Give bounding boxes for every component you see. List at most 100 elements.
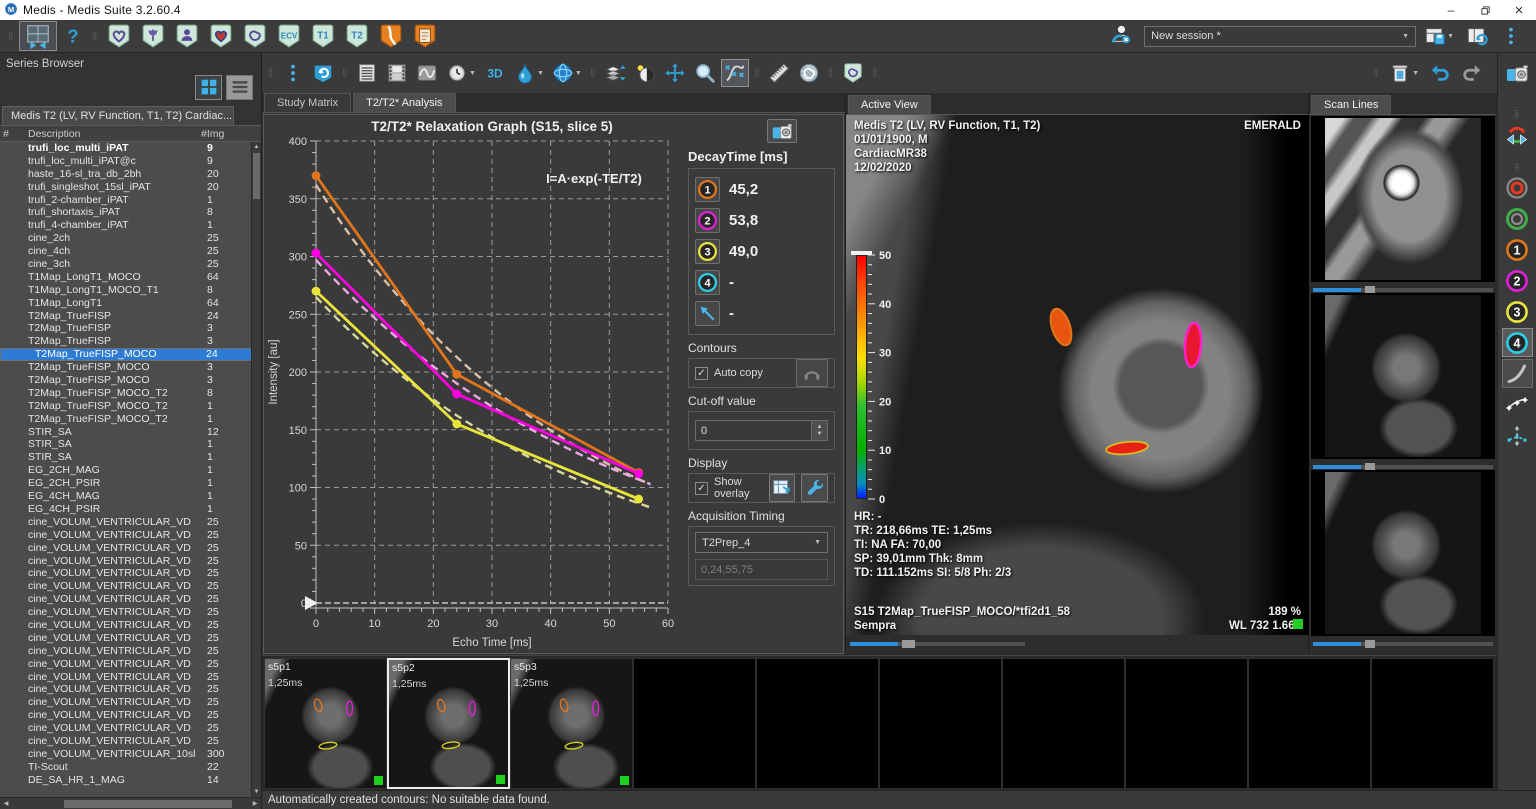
scroll-right-icon[interactable]: ▶ — [249, 800, 261, 807]
series-row[interactable]: STIR_SA1 — [0, 451, 261, 464]
series-row[interactable]: cine_VOLUM_VENTRICULAR_VD25 — [0, 542, 261, 555]
series-row[interactable]: trufi_singleshot_15sl_iPAT20 — [0, 181, 261, 194]
ruler-tool[interactable] — [765, 59, 793, 87]
toolbar-grip[interactable] — [90, 23, 100, 49]
series-row[interactable]: T2Map_TrueFISP_MOCO24 — [0, 348, 261, 361]
roi-2-button[interactable]: 2 — [695, 208, 720, 233]
series-row[interactable]: TI-Scout22 — [0, 761, 261, 774]
app-orange-curve[interactable] — [375, 22, 407, 50]
window-level[interactable] — [631, 59, 659, 87]
series-row[interactable]: cine_VOLUM_VENTRICULAR_VD25 — [0, 516, 261, 529]
series-row[interactable]: EG_2CH_MAG1 — [0, 464, 261, 477]
app-heart-outline[interactable] — [103, 22, 135, 50]
series-row[interactable]: trufi_2-chamber_iPAT1 — [0, 194, 261, 207]
delete-button[interactable]: ▼ — [1386, 59, 1422, 87]
view-3d[interactable]: 3D — [481, 59, 509, 87]
toolbar-grip[interactable] — [826, 60, 836, 86]
series-row[interactable]: T2Map_TrueFISP3 — [0, 335, 261, 348]
zoom-tool[interactable] — [691, 59, 719, 87]
series-row[interactable]: cine_VOLUM_VENTRICULAR_10sl300 — [0, 748, 261, 761]
series-list-vscrollbar[interactable]: ▲ ▼ — [251, 142, 261, 797]
series-browser-layout-button[interactable] — [19, 21, 57, 51]
film-cell[interactable]: s5p21,25ms — [387, 658, 510, 789]
epi-contour[interactable] — [1502, 204, 1533, 233]
toolbar-overflow-button[interactable] — [1497, 22, 1525, 50]
list-view-button[interactable] — [226, 75, 253, 100]
roi-4-button[interactable]: 4 — [695, 270, 720, 295]
series-row[interactable]: DE_SA_HR_1_MAG14 — [0, 774, 261, 787]
app-ecv[interactable]: ECV — [273, 22, 305, 50]
minimize-button[interactable]: – — [1434, 0, 1468, 20]
app-heart-red[interactable] — [205, 22, 237, 50]
overflow-menu[interactable] — [279, 59, 307, 87]
study-tab[interactable]: Medis T2 (LV, RV Function, T1, T2) Cardi… — [2, 106, 234, 125]
roi-4[interactable]: 4 — [1502, 328, 1533, 357]
series-row[interactable]: cine_VOLUM_VENTRICULAR_VD25 — [0, 529, 261, 542]
scrollbar-thumb[interactable] — [253, 153, 260, 199]
series-row[interactable]: T2Map_TrueFISP24 — [0, 310, 261, 323]
colorbar[interactable] — [856, 255, 867, 499]
toolbar-grip[interactable] — [1512, 101, 1522, 115]
series-row[interactable]: cine_VOLUM_VENTRICULAR_VD25 — [0, 671, 261, 684]
film-cell-empty[interactable] — [1002, 658, 1125, 789]
series-row[interactable]: T1Map_LongT164 — [0, 297, 261, 310]
film-cell[interactable]: s5p31,25ms — [510, 658, 633, 789]
reset-layout-button[interactable] — [1463, 22, 1491, 50]
timing-select[interactable]: T2Prep_4▼ — [695, 532, 828, 553]
show-overlay-checkbox[interactable]: ✓ — [695, 482, 708, 495]
series-row[interactable]: T2Map_TrueFISP_MOCO_T28 — [0, 387, 261, 400]
series-row[interactable]: T1Map_LongT1_MOCO_T18 — [0, 284, 261, 297]
series-row[interactable]: cine_VOLUM_VENTRICULAR_VD25 — [0, 658, 261, 671]
app-t2[interactable]: T2 — [341, 22, 373, 50]
roi-1[interactable]: 1 — [1502, 235, 1533, 264]
save-layout-button[interactable]: ▼ — [1421, 22, 1457, 50]
series-list-hscrollbar[interactable]: ◀ ▶ — [0, 797, 261, 809]
film-view[interactable] — [383, 59, 411, 87]
tab-scan-lines[interactable]: Scan Lines — [1311, 95, 1391, 114]
auto-copy-checkbox[interactable]: ✓ — [695, 367, 708, 380]
roi-1-button[interactable]: 1 — [695, 177, 720, 202]
app-orange-notes[interactable] — [409, 22, 441, 50]
contour-options-button[interactable] — [796, 359, 828, 387]
series-row[interactable]: cine_VOLUM_VENTRICULAR_VD25 — [0, 632, 261, 645]
series-row[interactable]: EG_2CH_PSIR1 — [0, 477, 261, 490]
cine-view[interactable]: ▼ — [443, 59, 479, 87]
column-num[interactable]: # — [0, 128, 16, 140]
scan-thumb-scrollbar[interactable] — [1313, 637, 1493, 646]
point-curve-tool[interactable] — [1502, 390, 1533, 419]
series-row[interactable]: cine_VOLUM_VENTRICULAR_VD25 — [0, 555, 261, 568]
close-button[interactable]: × — [1502, 0, 1536, 20]
film-cell-empty[interactable] — [633, 658, 756, 789]
copy-contour[interactable] — [1502, 120, 1533, 149]
spread-contour-tool[interactable] — [1502, 421, 1533, 450]
film-cell-empty[interactable] — [879, 658, 1002, 789]
series-row[interactable]: STIR_SA12 — [0, 426, 261, 439]
close-session-user-icon[interactable] — [1110, 23, 1140, 49]
series-row[interactable]: trufi_loc_multi_iPAT@c9 — [0, 155, 261, 168]
series-row[interactable]: T2Map_TrueFISP_MOCO3 — [0, 374, 261, 387]
scan-line-thumbnail[interactable] — [1311, 293, 1495, 459]
analysis-wizard[interactable]: ▼ — [511, 59, 547, 87]
display-tools-button[interactable] — [801, 474, 828, 502]
series-row[interactable]: cine_4ch25 — [0, 245, 261, 258]
tab-active-view[interactable]: Active View — [848, 95, 931, 114]
tab-t2-analysis[interactable]: T2/T2* Analysis — [353, 93, 455, 112]
endo-contour[interactable] — [1502, 173, 1533, 202]
series-row[interactable]: cine_VOLUM_VENTRICULAR_VD25 — [0, 645, 261, 658]
pan-tool[interactable] — [661, 59, 689, 87]
snapshot-button[interactable] — [767, 119, 797, 143]
series-row[interactable]: cine_VOLUM_VENTRICULAR_VD25 — [0, 593, 261, 606]
series-row[interactable]: cine_VOLUM_VENTRICULAR_VD25 — [0, 619, 261, 632]
app-t1[interactable]: T1 — [307, 22, 339, 50]
app-flexi-blob[interactable] — [239, 22, 271, 50]
film-cell-empty[interactable] — [756, 658, 879, 789]
roi-3-button[interactable]: 3 — [695, 239, 720, 264]
series-row[interactable]: cine_VOLUM_VENTRICULAR_VD25 — [0, 735, 261, 748]
film-cell[interactable]: s5p11,25ms — [264, 658, 387, 789]
toolbar-grip[interactable] — [752, 60, 762, 86]
roi-2[interactable]: 2 — [1502, 266, 1533, 295]
roi-3[interactable]: 3 — [1502, 297, 1533, 326]
toolbar-grip[interactable] — [6, 23, 16, 49]
session-select[interactable]: New session * ▼ — [1144, 26, 1416, 47]
series-row[interactable]: EG_4CH_MAG1 — [0, 490, 261, 503]
